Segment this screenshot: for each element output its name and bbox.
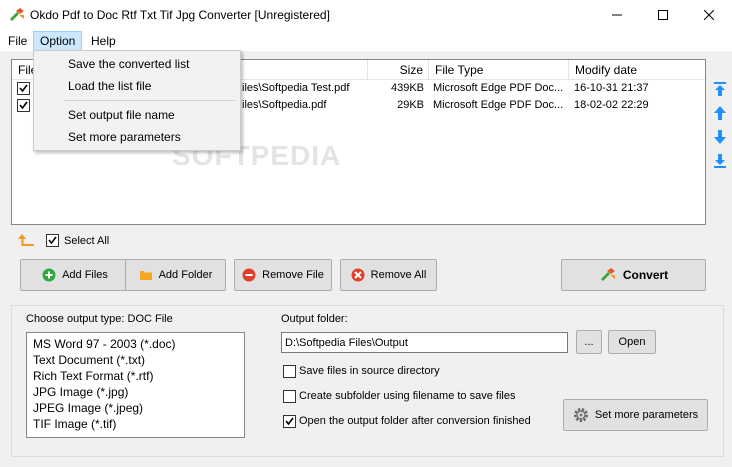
row-size: 439KB: [390, 82, 424, 94]
maximize-button[interactable]: [640, 0, 686, 30]
save-in-source-label: Save files in source directory: [299, 365, 440, 377]
add-folder-button[interactable]: Add Folder: [125, 259, 226, 291]
set-more-parameters-label: Set more parameters: [594, 409, 699, 421]
save-in-source-checkbox[interactable]: [283, 365, 296, 378]
row-checkbox[interactable]: [17, 99, 30, 112]
move-up-icon[interactable]: [712, 105, 728, 121]
row-file-type: Microsoft Edge PDF Doc...: [433, 99, 564, 111]
add-files-label: Add Files: [62, 269, 108, 281]
move-down-icon[interactable]: [712, 129, 728, 145]
convert-label: Convert: [622, 268, 669, 282]
column-header-modify-date[interactable]: Modify date: [569, 60, 705, 80]
gear-icon: [573, 408, 588, 422]
output-type-option-rtf[interactable]: Rich Text Format (*.rtf): [33, 368, 153, 384]
check-icon: [285, 417, 294, 426]
create-subfolder-label: Create subfolder using filename to save …: [299, 390, 516, 402]
check-icon: [19, 101, 28, 110]
output-type-option-jpg[interactable]: JPG Image (*.jpg): [33, 384, 128, 400]
remove-all-icon: [351, 268, 365, 282]
menu-file[interactable]: File: [2, 31, 33, 51]
menu-item-set-output-file-name[interactable]: Set output file name: [36, 104, 238, 126]
menu-item-set-more-parameters[interactable]: Set more parameters: [36, 126, 238, 148]
output-folder-input[interactable]: [281, 332, 568, 353]
row-checkbox[interactable]: [17, 82, 30, 95]
browse-label: ...: [584, 336, 594, 348]
row-file-type: Microsoft Edge PDF Doc...: [433, 82, 564, 94]
minus-circle-icon: [242, 268, 256, 282]
select-all-checkbox[interactable]: [46, 234, 59, 247]
convert-button[interactable]: Convert: [561, 259, 706, 291]
column-header-size[interactable]: Size: [368, 60, 429, 80]
menu-item-save-converted-list[interactable]: Save the converted list: [36, 53, 238, 75]
menu-bar: File Option Help: [0, 30, 732, 51]
window-title: Okdo Pdf to Doc Rtf Txt Tif Jpg Converte…: [30, 8, 330, 22]
up-level-icon[interactable]: [18, 233, 36, 247]
select-all-label: Select All: [64, 235, 110, 247]
row-modify-date: 18-02-02 22:29: [574, 99, 649, 111]
title-bar: Okdo Pdf to Doc Rtf Txt Tif Jpg Converte…: [0, 0, 732, 30]
minimize-button[interactable]: [594, 0, 640, 30]
minimize-icon: [612, 14, 622, 16]
move-to-top-icon[interactable]: [712, 81, 728, 97]
remove-all-button[interactable]: Remove All: [340, 259, 437, 291]
row-path: iles\Softpedia Test.pdf: [242, 82, 350, 94]
output-type-list[interactable]: MS Word 97 - 2003 (*.doc) Text Document …: [26, 332, 245, 438]
remove-file-label: Remove File: [262, 269, 324, 281]
move-to-bottom-icon[interactable]: [712, 153, 728, 169]
maximize-icon: [658, 10, 668, 20]
browse-folder-button[interactable]: ...: [576, 330, 602, 354]
remove-all-label: Remove All: [370, 269, 427, 281]
output-type-label: Choose output type: DOC File: [26, 313, 173, 325]
check-icon: [48, 236, 57, 245]
menu-separator: [64, 100, 236, 101]
menu-option[interactable]: Option: [33, 31, 83, 51]
option-dropdown-menu: Save the converted list Load the list fi…: [33, 50, 241, 151]
menu-item-load-list-file[interactable]: Load the list file: [36, 75, 238, 97]
menu-help[interactable]: Help: [85, 31, 122, 51]
create-subfolder-checkbox[interactable]: [283, 390, 296, 403]
open-folder-button[interactable]: Open: [608, 330, 656, 354]
plus-circle-icon: [42, 268, 56, 282]
row-modify-date: 16-10-31 21:37: [574, 82, 649, 94]
convert-icon: [600, 268, 615, 281]
output-type-option-doc[interactable]: MS Word 97 - 2003 (*.doc): [33, 336, 176, 352]
check-icon: [19, 84, 28, 93]
open-label: Open: [618, 336, 646, 348]
set-more-parameters-button[interactable]: Set more parameters: [563, 399, 708, 431]
open-output-folder-checkbox[interactable]: [283, 415, 296, 428]
column-header-file-type[interactable]: File Type: [429, 60, 569, 80]
row-size: 29KB: [397, 99, 424, 111]
remove-file-button[interactable]: Remove File: [234, 259, 332, 291]
output-type-option-jpeg[interactable]: JPEG Image (*.jpeg): [33, 400, 143, 416]
output-type-option-txt[interactable]: Text Document (*.txt): [33, 352, 145, 368]
app-logo-icon: [10, 8, 24, 21]
row-path: iles\Softpedia.pdf: [242, 99, 327, 111]
close-button[interactable]: [686, 0, 732, 30]
output-folder-label: Output folder:: [281, 313, 348, 325]
folder-icon: [139, 271, 152, 280]
close-icon: [704, 10, 714, 20]
output-type-option-tif[interactable]: TIF Image (*.tif): [33, 416, 116, 432]
add-files-button[interactable]: Add Files: [20, 259, 130, 291]
open-output-folder-label: Open the output folder after conversion …: [299, 415, 531, 427]
add-folder-label: Add Folder: [158, 269, 213, 281]
